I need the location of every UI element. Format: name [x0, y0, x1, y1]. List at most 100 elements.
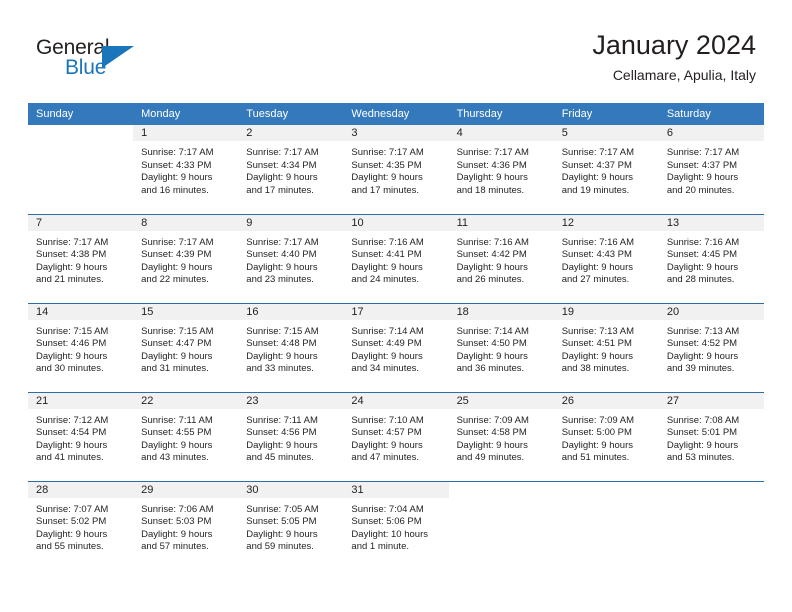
daylight-text-line1: Daylight: 9 hours [36, 350, 108, 362]
calendar-cell-empty [553, 480, 659, 570]
calendar-header-row: Sunday Monday Tuesday Wednesday Thursday… [28, 103, 764, 125]
day-number: 16 [238, 303, 344, 320]
weekday-header-thursday: Thursday [448, 103, 554, 125]
sunset-text: Sunset: 5:03 PM [141, 516, 212, 528]
sunset-text: Sunset: 4:36 PM [456, 159, 527, 171]
day-number: 13 [658, 214, 764, 231]
calendar-day-cell[interactable]: 20 Sunrise: 7:13 AM Sunset: 4:52 PM Dayligh… [658, 302, 764, 392]
daylight-text-line2: and 45 minutes. [246, 452, 314, 464]
daylight-text-line2: and 27 minutes. [561, 274, 630, 286]
weekday-header-friday: Friday [553, 103, 659, 125]
daylight-text-line2: and 33 minutes. [246, 363, 314, 375]
daylight-text-line2: and 17 minutes. [351, 184, 420, 196]
calendar-day-cell[interactable]: 25 Sunrise: 7:09 AM Sunset: 4:58 PM Dayligh… [448, 391, 554, 481]
day-details: Sunrise: 7:11 AM Sunset: 4:56 PM Daylight:… [238, 409, 343, 465]
calendar-day-cell[interactable]: 11 Sunrise: 7:16 AM Sunset: 4:42 PM Dayligh… [448, 213, 554, 303]
calendar-day-cell[interactable]: 30 Sunrise: 7:05 AM Sunset: 5:05 PM Dayligh… [238, 480, 344, 570]
calendar-day-cell[interactable]: 5 Sunrise: 7:17 AM Sunset: 4:37 PM Daylight… [553, 125, 659, 214]
calendar-day-cell[interactable]: 23 Sunrise: 7:11 AM Sunset: 4:56 PM Dayligh… [238, 391, 344, 481]
calendar-week-row: 14 Sunrise: 7:15 AM Sunset: 4:46 PM Dayligh… [28, 302, 764, 392]
day-number: 9 [238, 214, 344, 231]
daylight-text-line2: and 17 minutes. [246, 184, 314, 196]
sunset-text: Sunset: 4:43 PM [561, 249, 632, 261]
sunset-text: Sunset: 4:50 PM [456, 338, 527, 350]
brand-logo[interactable]: General Blue [36, 36, 166, 86]
day-number: 30 [238, 481, 344, 498]
calendar-day-cell[interactable]: 15 Sunrise: 7:15 AM Sunset: 4:47 PM Dayligh… [133, 302, 239, 392]
sunset-text: Sunset: 4:41 PM [351, 249, 422, 261]
day-number: 7 [28, 214, 134, 231]
daylight-text-line2: and 39 minutes. [666, 363, 735, 375]
calendar-day-cell[interactable]: 18 Sunrise: 7:14 AM Sunset: 4:50 PM Dayligh… [448, 302, 554, 392]
sunrise-text: Sunrise: 7:16 AM [561, 236, 635, 248]
sunrise-text: Sunrise: 7:06 AM [141, 503, 214, 515]
daylight-text-line1: Daylight: 9 hours [36, 261, 108, 273]
page-subtitle: Cellamare, Apulia, Italy [612, 67, 756, 83]
day-number [658, 481, 764, 498]
daylight-text-line2: and 19 minutes. [561, 184, 630, 196]
daylight-text-line1: Daylight: 9 hours [456, 350, 528, 362]
day-details: Sunrise: 7:16 AM Sunset: 4:43 PM Daylight:… [554, 231, 659, 287]
calendar-day-cell[interactable]: 21 Sunrise: 7:12 AM Sunset: 4:54 PM Dayligh… [28, 391, 134, 481]
calendar-day-cell[interactable]: 8 Sunrise: 7:17 AM Sunset: 4:39 PM Daylight… [133, 213, 239, 303]
sunset-text: Sunset: 4:34 PM [246, 159, 317, 171]
weekday-header-monday: Monday [133, 103, 239, 125]
calendar-day-cell[interactable]: 22 Sunrise: 7:11 AM Sunset: 4:55 PM Dayligh… [133, 391, 239, 481]
sunrise-text: Sunrise: 7:13 AM [561, 325, 635, 337]
sunset-text: Sunset: 4:37 PM [666, 159, 738, 171]
calendar-day-cell[interactable]: 27 Sunrise: 7:08 AM Sunset: 5:01 PM Dayligh… [658, 391, 764, 481]
daylight-text-line1: Daylight: 9 hours [561, 261, 633, 273]
daylight-text-line2: and 31 minutes. [141, 363, 209, 375]
day-number [28, 125, 134, 141]
day-number: 26 [553, 392, 659, 409]
day-number [448, 481, 554, 498]
sunrise-text: Sunrise: 7:16 AM [666, 236, 740, 248]
day-number: 27 [658, 392, 764, 409]
calendar-day-cell[interactable]: 6 Sunrise: 7:17 AM Sunset: 4:37 PM Daylight… [658, 125, 764, 214]
calendar-day-cell[interactable]: 12 Sunrise: 7:16 AM Sunset: 4:43 PM Dayligh… [553, 213, 659, 303]
day-number: 19 [553, 303, 659, 320]
calendar-day-cell[interactable]: 31 Sunrise: 7:04 AM Sunset: 5:06 PM Dayligh… [343, 480, 449, 570]
calendar-day-cell[interactable]: 28 Sunrise: 7:07 AM Sunset: 5:02 PM Dayligh… [28, 480, 134, 570]
sunrise-text: Sunrise: 7:17 AM [141, 147, 214, 158]
calendar-day-cell[interactable]: 3 Sunrise: 7:17 AM Sunset: 4:35 PM Daylight… [343, 125, 449, 214]
daylight-text-line1: Daylight: 9 hours [351, 439, 423, 451]
calendar-day-cell[interactable]: 1 Sunrise: 7:17 AM Sunset: 4:33 PM Daylight… [133, 125, 239, 214]
sunrise-text: Sunrise: 7:16 AM [456, 236, 529, 248]
daylight-text-line2: and 22 minutes. [141, 274, 209, 286]
calendar-day-cell[interactable]: 10 Sunrise: 7:16 AM Sunset: 4:41 PM Dayligh… [343, 213, 449, 303]
calendar-day-cell[interactable]: 7 Sunrise: 7:17 AM Sunset: 4:38 PM Daylight… [28, 213, 134, 303]
calendar-day-cell[interactable]: 4 Sunrise: 7:17 AM Sunset: 4:36 PM Daylight… [448, 125, 554, 214]
sunset-text: Sunset: 5:05 PM [246, 516, 317, 528]
calendar-day-cell[interactable]: 13 Sunrise: 7:16 AM Sunset: 4:45 PM Dayligh… [658, 213, 764, 303]
daylight-text-line1: Daylight: 9 hours [351, 172, 423, 184]
calendar-day-cell[interactable]: 24 Sunrise: 7:10 AM Sunset: 4:57 PM Dayligh… [343, 391, 449, 481]
calendar-day-cell[interactable]: 9 Sunrise: 7:17 AM Sunset: 4:40 PM Daylight… [238, 213, 344, 303]
calendar-day-cell[interactable]: 16 Sunrise: 7:15 AM Sunset: 4:48 PM Dayligh… [238, 302, 344, 392]
day-number: 25 [448, 392, 554, 409]
daylight-text-line1: Daylight: 9 hours [246, 261, 318, 273]
daylight-text-line2: and 41 minutes. [36, 452, 104, 464]
day-details: Sunrise: 7:17 AM Sunset: 4:38 PM Daylight:… [28, 231, 133, 287]
sunset-text: Sunset: 4:38 PM [36, 249, 107, 261]
sunset-text: Sunset: 4:45 PM [666, 249, 738, 261]
calendar-day-cell[interactable]: 14 Sunrise: 7:15 AM Sunset: 4:46 PM Dayligh… [28, 302, 134, 392]
daylight-text-line2: and 57 minutes. [141, 541, 209, 553]
daylight-text-line1: Daylight: 10 hours [351, 528, 428, 540]
calendar-day-cell[interactable]: 26 Sunrise: 7:09 AM Sunset: 5:00 PM Dayligh… [553, 391, 659, 481]
sunrise-text: Sunrise: 7:15 AM [246, 325, 319, 337]
daylight-text-line1: Daylight: 9 hours [561, 439, 633, 451]
calendar-day-cell[interactable]: 29 Sunrise: 7:06 AM Sunset: 5:03 PM Dayligh… [133, 480, 239, 570]
day-number: 11 [448, 214, 554, 231]
calendar-day-cell[interactable]: 19 Sunrise: 7:13 AM Sunset: 4:51 PM Dayligh… [553, 302, 659, 392]
sunset-text: Sunset: 4:56 PM [246, 427, 317, 439]
calendar-day-cell[interactable]: 2 Sunrise: 7:17 AM Sunset: 4:34 PM Daylight… [238, 125, 344, 214]
daylight-text-line2: and 30 minutes. [36, 363, 104, 375]
triangle-flag-icon [102, 46, 134, 68]
day-number: 8 [133, 214, 239, 231]
daylight-text-line1: Daylight: 9 hours [246, 172, 318, 184]
daylight-text-line2: and 16 minutes. [141, 184, 209, 196]
sunrise-text: Sunrise: 7:08 AM [666, 414, 740, 426]
calendar-day-cell[interactable]: 17 Sunrise: 7:14 AM Sunset: 4:49 PM Dayligh… [343, 302, 449, 392]
day-number: 12 [553, 214, 659, 231]
